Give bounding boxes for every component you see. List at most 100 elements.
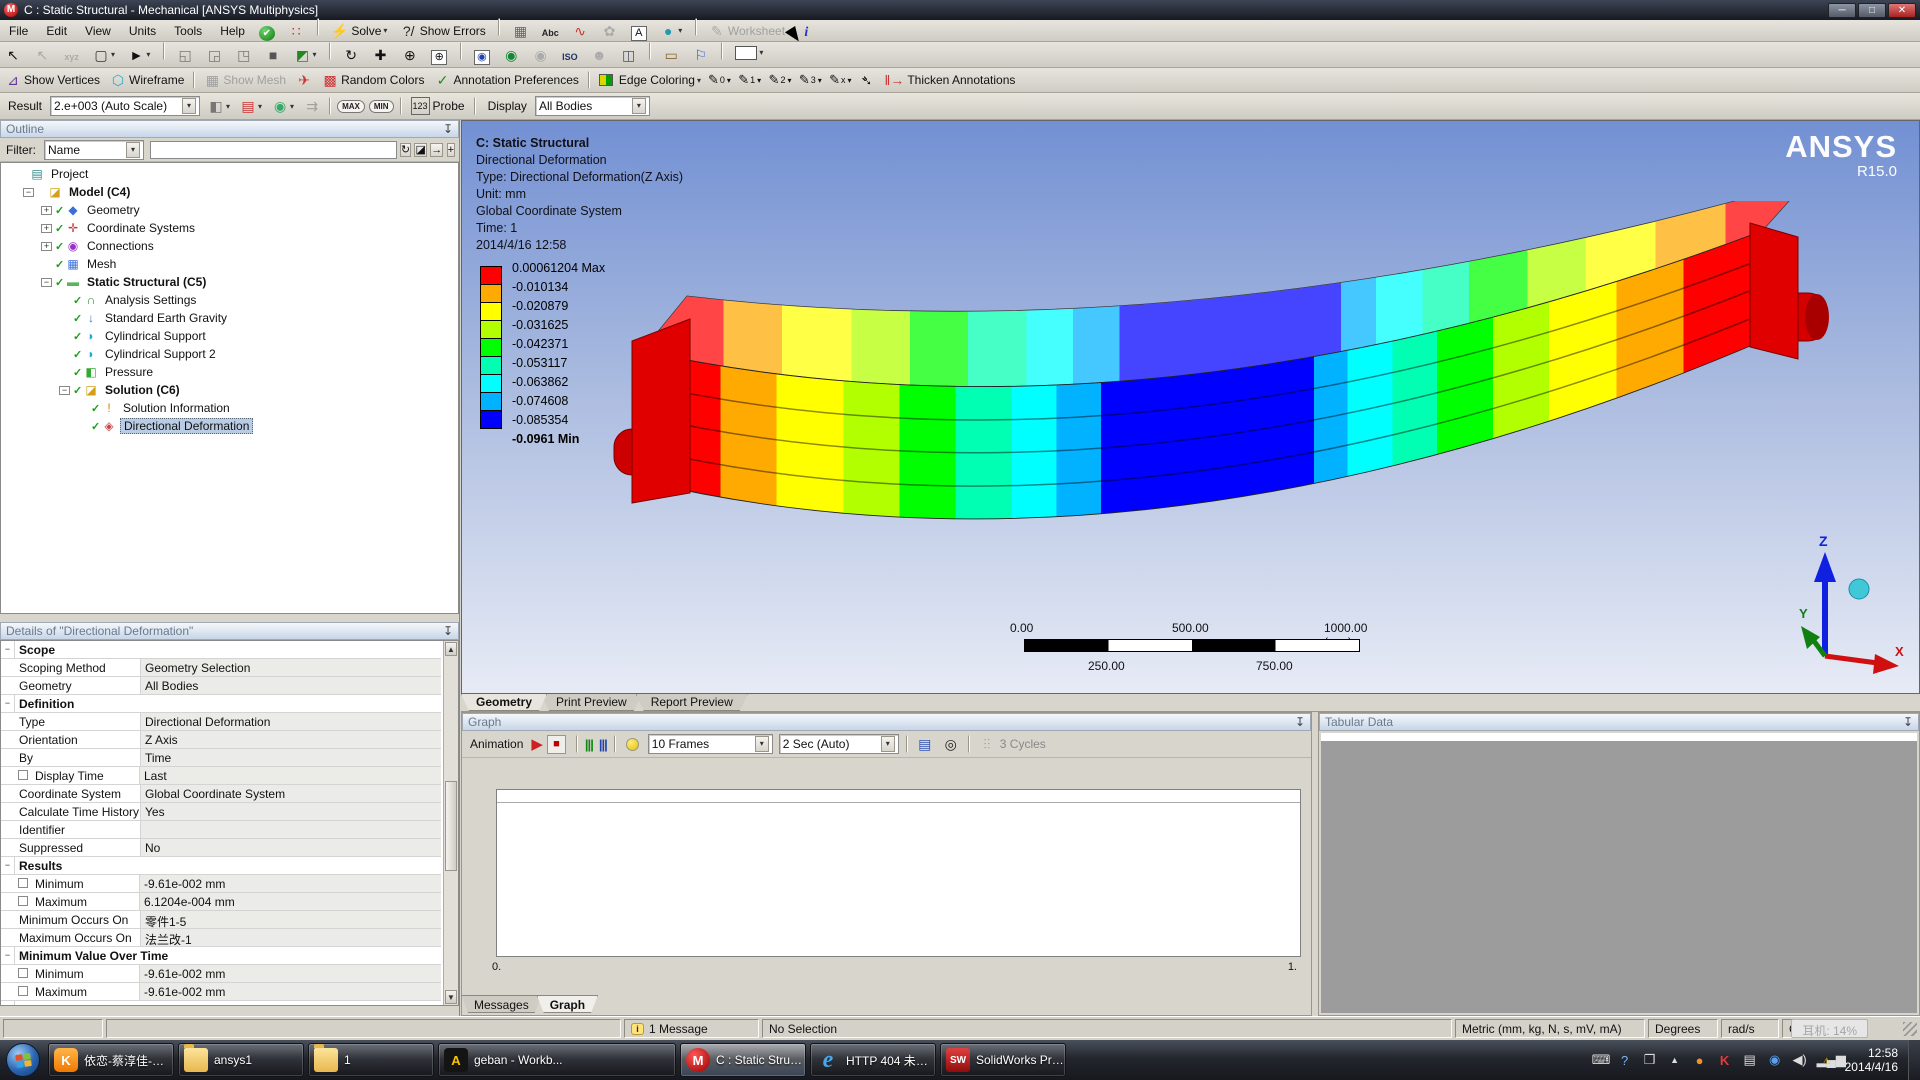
zoom-animation-icon[interactable]: ◎ [939,734,963,755]
edge-thickness-3-icon[interactable]: ✎ 3 ▾ [799,72,822,88]
details-row[interactable]: − Minimum Occurs On 零件1-5 [1,911,441,929]
details-row[interactable]: − Maximum 6.1204e-004 mm [1,893,441,911]
checkbox[interactable] [18,986,28,996]
property-value[interactable]: No [141,839,441,856]
random-colors-button[interactable]: ▩ Random Colors [318,70,428,91]
details-row[interactable]: − Identifier [1,821,441,839]
tree-item[interactable]: − ✓ ◪ Solution (C6) [1,381,458,399]
image-capture-icon[interactable]: ● ▾ [656,20,686,41]
details-row[interactable]: − Suppressed No [1,839,441,857]
details-row[interactable]: − Display Time Last [1,767,441,785]
property-value[interactable] [141,821,441,838]
tree-item[interactable]: − ✓ ▬ Static Structural (C5) [1,273,458,291]
expand-all-icon[interactable]: + [447,143,455,157]
viewport-tab[interactable]: Geometry [461,694,547,711]
wireframe-button[interactable]: ⬡ Wireframe [106,70,188,91]
tree-expander[interactable] [59,332,70,341]
property-value[interactable]: -9.61e-002 mm [140,983,441,1000]
tree-expander[interactable] [59,296,70,305]
details-row[interactable]: − Minimum Value Over Time [1,947,441,965]
comment-icon[interactable]: ✿ [598,20,622,41]
menu-item[interactable]: Edit [37,22,76,40]
frames-select[interactable]: 10 Frames ▾ [648,734,773,754]
chart-icon[interactable]: ∿ [568,20,592,41]
zoom-icon[interactable]: ⊕ [398,44,422,65]
collapse-icon[interactable]: − [1,695,15,712]
property-value[interactable]: Directional Deformation [141,713,441,730]
kuwo-tray-icon[interactable]: ● [1692,1053,1708,1068]
tray-expand-icon[interactable]: ▲ [1667,1055,1683,1065]
tree-item[interactable]: ✓ ◧ Pressure [1,363,458,381]
details-row[interactable]: − By Time [1,749,441,767]
viewport-tab[interactable]: Report Preview [636,694,748,711]
separator[interactable] [649,42,651,60]
separator[interactable] [695,18,697,36]
play-button[interactable]: ▶ [531,735,543,753]
clear-filter-icon[interactable]: ◪ [414,143,426,157]
taskbar-button[interactable]: e HTTP 404 未找到... [810,1043,936,1077]
tree-expander[interactable] [41,260,52,269]
select-icon[interactable]: ↖ [1,44,25,65]
sync-tray-icon[interactable]: ◉ [1767,1052,1783,1068]
face-select-icon[interactable]: ◳ [232,44,256,65]
details-row[interactable]: − Minimum -9.61e-002 mm [1,875,441,893]
graph-tab[interactable]: Graph [537,995,598,1013]
show-mesh-button[interactable]: ▦ Show Mesh [200,70,290,91]
edge-direction-icon[interactable]: ✎ 0 ▾ [708,72,731,88]
bulb-icon[interactable] [626,738,639,751]
property-value[interactable]: Yes [141,803,441,820]
status-message[interactable]: i 1 Message [624,1019,759,1038]
cycles-icon[interactable]: ⫶⫶ [975,734,999,755]
edge-thickness-1-icon[interactable]: ✎ 1 ▾ [738,72,761,88]
windows-stack-tray-icon[interactable]: ❒ [1642,1052,1658,1068]
show-desktop-button[interactable] [1908,1040,1920,1080]
details-row[interactable]: − Type Directional Deformation [1,713,441,731]
details-row[interactable]: − Coordinate System Global Coordinate Sy… [1,785,441,803]
separator[interactable] [721,42,723,60]
selection-filter-icon[interactable]: ▢ ▾ [89,44,119,65]
close-button[interactable]: ✕ [1888,3,1916,18]
timeline-bars-icon[interactable]: ||| [599,737,607,752]
tree-item[interactable]: + ✓ ◆ Geometry [1,201,458,219]
tree-expander[interactable] [77,404,88,413]
graphics-viewport[interactable]: C: Static Structural Directional Deforma… [461,120,1920,694]
refresh-filter-icon[interactable]: ↻ [400,143,411,157]
tree-expander[interactable] [59,350,70,359]
checkbox[interactable] [18,770,28,780]
tree-item[interactable]: ✓ ◈ Directional Deformation [1,417,458,435]
clipboard-tray-icon[interactable]: ▤ [1742,1052,1758,1068]
scroll-up-icon[interactable]: ▲ [445,642,457,656]
rescale-annotation-icon[interactable]: ☻ [587,44,611,65]
coordinate-pick-icon[interactable]: xyz [60,46,84,67]
viewports-icon[interactable]: ◫ [617,44,641,65]
geometry-display-icon[interactable]: ◧▾ [204,96,234,117]
tree-item[interactable]: + ✓ ◉ Connections [1,237,458,255]
smooth-contour-icon[interactable]: ◉▾ [268,96,298,117]
select-mode-icon[interactable]: ► ▾ [124,44,154,65]
tree-item[interactable]: + ✓ ✛ Coordinate Systems [1,219,458,237]
taskbar-button[interactable]: ansys1 [178,1043,304,1077]
tree-item[interactable]: ✓ ! Solution Information [1,399,458,417]
pin-icon[interactable]: ↧ [1295,715,1305,729]
ruler-icon[interactable]: ▭ [659,44,683,65]
time-history-chart[interactable] [496,789,1301,957]
tree-item[interactable]: ▤ Project [1,165,458,183]
menu-item[interactable]: Help [211,22,254,40]
collapse-icon[interactable]: − [1,641,15,658]
property-value[interactable]: Last [140,767,441,784]
collapse-icon[interactable]: − [1,1001,15,1006]
details-row[interactable]: − Orientation Z Axis [1,731,441,749]
property-value[interactable]: -9.61e-002 mm [140,875,441,892]
background-style-select[interactable]: ▾ [731,42,767,63]
explode-view-icon[interactable]: ✈ [292,70,316,91]
tree-expander[interactable] [59,314,70,323]
taskbar-button[interactable]: SW SolidWorks Pre... [940,1043,1066,1077]
panel-splitter[interactable] [0,614,459,620]
tree-expander[interactable] [59,368,70,377]
tree-item[interactable]: ✓ ↓ Standard Earth Gravity [1,309,458,327]
property-value[interactable]: Time [141,749,441,766]
iso-view-icon[interactable]: ISO [558,46,582,67]
orientation-triad[interactable]: Z Y X [1787,534,1907,689]
tree-item[interactable]: ✓ ▦ Mesh [1,255,458,273]
volume-tray-icon[interactable]: ◀) [1792,1052,1808,1068]
